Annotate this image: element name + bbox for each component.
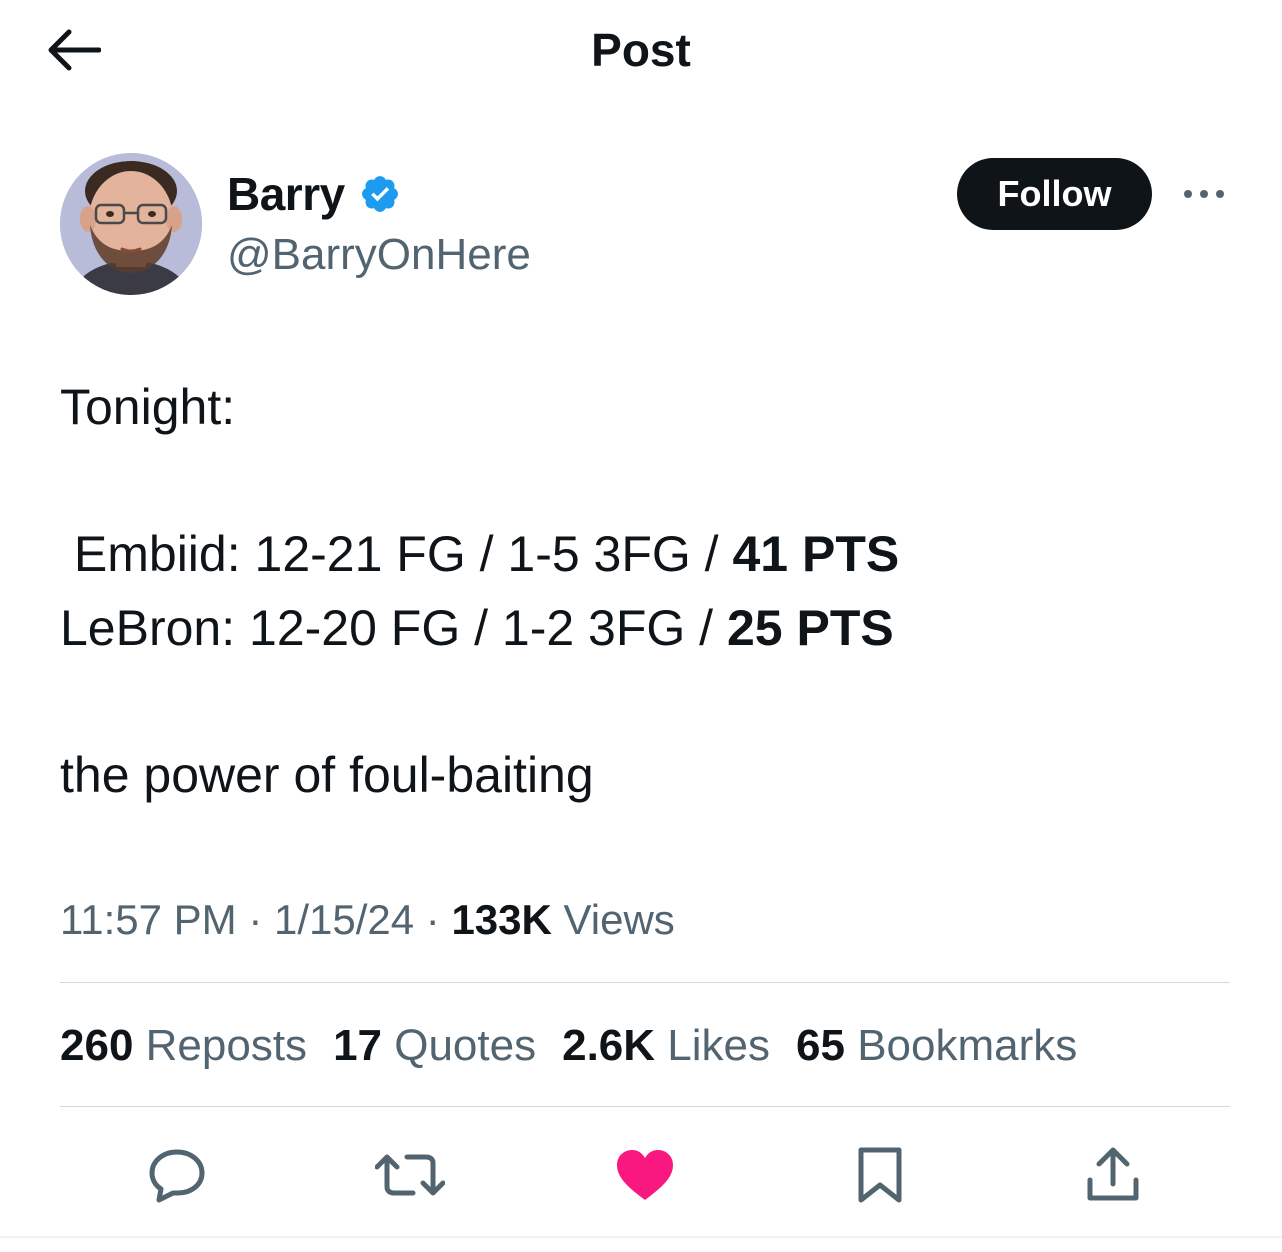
reply-icon xyxy=(149,1149,205,1203)
views-count: 133K xyxy=(451,896,552,943)
avatar[interactable] xyxy=(60,153,202,295)
views-label: Views xyxy=(551,896,675,943)
reposts-stat[interactable]: 260 Reposts xyxy=(60,1016,307,1076)
bookmarks-label: Bookmarks xyxy=(844,1021,1078,1070)
tweet-line-3-stats: LeBron: 12-20 FG / 1-2 3FG / xyxy=(60,600,727,656)
tweet-line-2-stats: Embiid: 12-21 FG / 1-5 3FG / xyxy=(60,526,733,582)
meta-separator: · xyxy=(236,896,274,943)
bottom-divider xyxy=(0,1236,1282,1238)
tweet-text-line-3: LeBron: 12-20 FG / 1-2 3FG / 25 PTS xyxy=(60,593,894,663)
avatar-image xyxy=(60,153,202,295)
bookmarks-count: 65 xyxy=(796,1021,845,1070)
tweet-text-line-2: Embiid: 12-21 FG / 1-5 3FG / 41 PTS xyxy=(60,519,899,589)
follow-button[interactable]: Follow xyxy=(957,158,1152,230)
bookmark-button[interactable] xyxy=(840,1140,920,1210)
share-button[interactable] xyxy=(1073,1140,1153,1210)
more-options-button[interactable] xyxy=(1176,172,1232,216)
like-button[interactable] xyxy=(605,1140,685,1210)
divider xyxy=(60,982,1230,983)
reply-button[interactable] xyxy=(137,1140,217,1210)
page-title: Post xyxy=(591,24,691,76)
likes-label: Likes xyxy=(655,1021,771,1070)
meta-separator: · xyxy=(414,896,452,943)
tweet-date[interactable]: 1/15/24 xyxy=(274,896,414,943)
engagement-stats: 260 Reposts 17 Quotes 2.6K Likes 65 Book… xyxy=(60,1016,1077,1076)
likes-count: 2.6K xyxy=(562,1021,656,1070)
quotes-label: Quotes xyxy=(382,1021,537,1070)
tweet-text-line-1: Tonight: xyxy=(60,379,236,435)
divider xyxy=(60,1106,1230,1107)
tweet-meta: 11:57 PM · 1/15/24 · 133K Views xyxy=(60,890,675,950)
reposts-count: 260 xyxy=(60,1021,134,1070)
bookmarks-stat[interactable]: 65 Bookmarks xyxy=(796,1016,1077,1076)
likes-stat[interactable]: 2.6K Likes xyxy=(562,1016,770,1076)
author-handle[interactable]: @BarryOnHere xyxy=(227,226,531,284)
share-icon xyxy=(1087,1147,1139,1201)
arrow-left-icon xyxy=(48,29,101,71)
repost-button[interactable] xyxy=(370,1140,450,1210)
tweet-line-3-points: 25 PTS xyxy=(726,600,894,656)
quotes-stat[interactable]: 17 Quotes xyxy=(333,1016,536,1076)
tweet-line-2-points: 41 PTS xyxy=(732,526,900,582)
more-horizontal-icon xyxy=(1184,190,1224,198)
quotes-count: 17 xyxy=(333,1021,383,1070)
back-button[interactable] xyxy=(38,22,108,78)
bookmark-icon xyxy=(858,1147,902,1203)
reposts-label: Reposts xyxy=(133,1021,308,1070)
repost-icon xyxy=(375,1154,445,1196)
author-name: Barry xyxy=(227,168,345,220)
tweet-text-line-4: the power of foul-baiting xyxy=(60,747,594,803)
heart-icon xyxy=(617,1150,673,1200)
tweet-time[interactable]: 11:57 PM xyxy=(60,896,237,943)
author-name-row[interactable]: Barry xyxy=(227,164,401,224)
verified-badge-icon xyxy=(361,176,398,212)
